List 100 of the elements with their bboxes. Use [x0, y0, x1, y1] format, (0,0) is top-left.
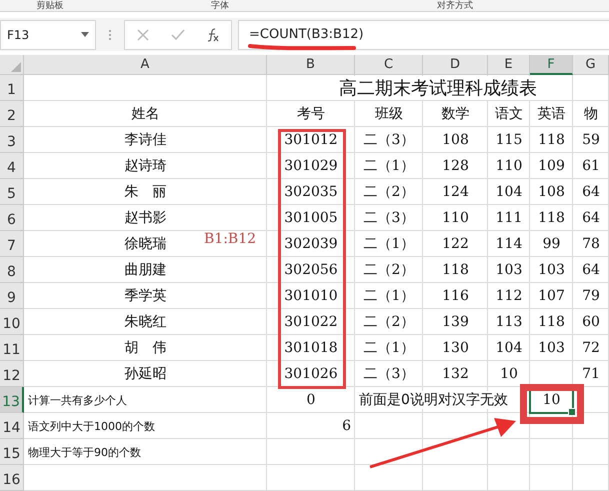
table-cell[interactable]: 115 — [496, 132, 522, 148]
table-cell[interactable]: 103 — [496, 262, 522, 278]
table-cell[interactable]: 110 — [496, 158, 522, 174]
table-cell[interactable]: 计算一共有多少个人 — [28, 392, 127, 408]
table-cell[interactable]: 132 — [442, 366, 469, 382]
row-header[interactable]: 9 — [0, 283, 24, 309]
table-cell[interactable]: 二（1） — [364, 339, 414, 357]
table-cell[interactable]: 班级 — [375, 105, 403, 123]
table-cell[interactable]: 61 — [582, 158, 600, 174]
table-cell[interactable]: 301018 — [284, 340, 338, 356]
row-header[interactable]: 8 — [0, 257, 24, 283]
table-cell[interactable]: 高二期末考试理科成绩表 — [339, 76, 537, 100]
column-header[interactable]: E — [488, 55, 530, 75]
table-cell[interactable]: 数学 — [442, 105, 470, 123]
column-header[interactable]: G — [573, 55, 609, 75]
table-cell[interactable]: 79 — [582, 288, 600, 304]
table-cell[interactable]: 110 — [442, 210, 469, 226]
column-header[interactable]: D — [423, 55, 488, 75]
table-cell[interactable]: 英语 — [538, 105, 566, 123]
table-cell[interactable]: 301026 — [284, 366, 338, 382]
row-header[interactable]: 11 — [0, 335, 24, 361]
table-cell[interactable]: 302039 — [284, 236, 338, 252]
table-cell[interactable]: 曲朋建 — [124, 261, 166, 279]
table-cell[interactable]: 姓名 — [132, 105, 160, 123]
table-cell[interactable]: 二（1） — [364, 287, 414, 305]
table-cell[interactable]: 徐晓瑞 — [124, 235, 166, 253]
table-cell[interactable]: 0 — [306, 392, 316, 408]
table-cell[interactable]: 118 — [442, 262, 469, 278]
table-cell[interactable]: 302056 — [284, 262, 338, 278]
table-cell[interactable]: 64 — [582, 184, 600, 200]
table-cell[interactable]: 109 — [538, 158, 565, 174]
table-cell[interactable]: 302035 — [284, 184, 338, 200]
table-cell[interactable]: 114 — [496, 236, 522, 252]
table-cell[interactable]: 胡 伟 — [124, 339, 166, 357]
table-cell[interactable]: 116 — [442, 288, 469, 304]
table-cell[interactable]: 122 — [442, 236, 469, 252]
table-cell[interactable]: 二（2） — [364, 261, 414, 279]
table-cell[interactable]: 二（3） — [364, 209, 414, 227]
row-header[interactable]: 12 — [0, 361, 24, 387]
table-cell[interactable]: 301022 — [284, 314, 338, 330]
table-cell[interactable]: 112 — [496, 288, 522, 304]
table-cell[interactable]: 语文列中大于1000的个数 — [28, 418, 155, 434]
table-cell[interactable]: 赵书影 — [124, 209, 166, 227]
table-cell[interactable]: 78 — [582, 236, 600, 252]
table-cell[interactable]: 二（2） — [364, 183, 414, 201]
row-header[interactable]: 15 — [0, 439, 24, 465]
table-cell[interactable]: 118 — [538, 314, 565, 330]
table-cell[interactable]: 64 — [582, 210, 600, 226]
table-cell[interactable]: 72 — [582, 340, 600, 356]
row-header[interactable]: 13 — [0, 387, 24, 413]
table-cell[interactable]: 99 — [542, 236, 560, 252]
row-header[interactable]: 4 — [0, 153, 24, 179]
table-cell[interactable]: 111 — [496, 210, 522, 226]
table-cell[interactable]: 赵诗琦 — [124, 157, 166, 175]
column-header[interactable]: B — [267, 55, 355, 75]
table-cell[interactable]: 107 — [538, 288, 565, 304]
table-cell[interactable]: 前面是0说明对汉字无效 — [359, 391, 508, 409]
table-cell[interactable]: 301010 — [284, 288, 338, 304]
column-header[interactable]: C — [355, 55, 423, 75]
formula-field[interactable]: =COUNT(B3:B12) — [238, 20, 609, 50]
table-cell[interactable]: 118 — [538, 132, 565, 148]
table-cell[interactable]: 60 — [582, 314, 600, 330]
table-cell[interactable]: 孙延昭 — [124, 365, 166, 383]
row-header[interactable]: 14 — [0, 413, 24, 439]
column-header[interactable]: A — [24, 55, 267, 75]
row-header[interactable]: 16 — [0, 465, 24, 491]
table-cell[interactable]: 物 — [584, 105, 598, 123]
table-cell[interactable]: 104 — [496, 184, 522, 200]
row-header[interactable]: 1 — [0, 75, 24, 101]
row-header[interactable]: 5 — [0, 179, 24, 205]
table-cell[interactable]: 10 — [500, 366, 518, 382]
table-cell[interactable]: 6 — [342, 418, 351, 434]
table-cell[interactable]: 104 — [496, 340, 522, 356]
table-cell[interactable]: 二（2） — [364, 313, 414, 331]
row-header[interactable]: 7 — [0, 231, 24, 257]
table-cell[interactable]: 128 — [442, 158, 469, 174]
table-cell[interactable]: 113 — [496, 314, 522, 330]
row-header[interactable]: 2 — [0, 101, 24, 127]
table-cell[interactable]: 朱晓红 — [124, 313, 166, 331]
table-cell[interactable]: 二（3） — [364, 131, 414, 149]
table-cell[interactable]: 10 — [542, 392, 560, 408]
table-cell[interactable]: 二（3） — [364, 365, 414, 383]
table-cell[interactable]: 301012 — [284, 132, 338, 148]
row-header[interactable]: 6 — [0, 205, 24, 231]
table-cell[interactable]: 118 — [538, 210, 565, 226]
table-cell[interactable]: 108 — [538, 184, 565, 200]
table-cell[interactable]: 二（1） — [364, 235, 414, 253]
table-cell[interactable]: 物理大于等于90的个数 — [28, 444, 141, 460]
table-cell[interactable]: 301029 — [284, 158, 338, 174]
table-cell[interactable]: 301005 — [284, 210, 338, 226]
row-header[interactable]: 10 — [0, 309, 24, 335]
table-cell[interactable]: 139 — [442, 314, 469, 330]
table-cell[interactable]: 李诗佳 — [124, 131, 166, 149]
table-cell[interactable]: 季学英 — [124, 287, 166, 305]
table-cell[interactable]: 59 — [582, 132, 600, 148]
table-cell[interactable]: 103 — [538, 262, 565, 278]
column-header[interactable]: F — [530, 55, 573, 75]
table-cell[interactable]: 108 — [442, 132, 469, 148]
name-box[interactable]: F13 — [0, 20, 96, 50]
table-cell[interactable]: 二（1） — [364, 157, 414, 175]
